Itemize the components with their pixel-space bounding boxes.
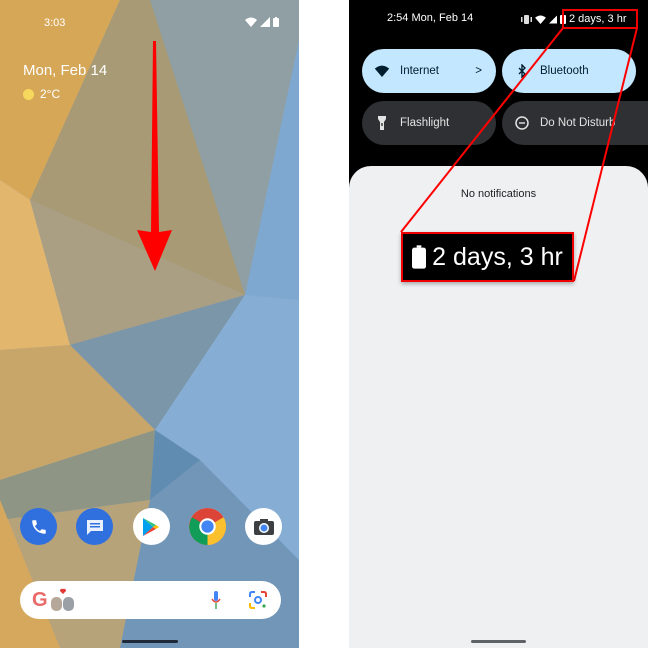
weather[interactable]: 2°C bbox=[23, 87, 107, 101]
gesture-handle[interactable] bbox=[122, 640, 178, 643]
battery-callout: 2 days, 3 hr bbox=[401, 232, 574, 282]
dnd-icon bbox=[515, 116, 529, 130]
home-screen: 3:03 Mon, Feb 14 2°C G bbox=[0, 0, 299, 648]
quick-settings-screen: 2:54 Mon, Feb 14 2 days, 3 hr Internet >… bbox=[349, 0, 648, 648]
app-dock bbox=[20, 508, 282, 545]
signal-icon bbox=[549, 15, 557, 23]
phone-app[interactable] bbox=[20, 508, 57, 545]
status-time: 3:03 bbox=[44, 17, 66, 29]
camera-icon bbox=[253, 518, 274, 535]
bluetooth-icon bbox=[518, 64, 526, 78]
chrome-app[interactable] bbox=[188, 508, 226, 545]
status-icons bbox=[245, 17, 279, 27]
vibrate-icon bbox=[521, 14, 532, 24]
camera-app[interactable] bbox=[245, 508, 282, 545]
mic-icon[interactable] bbox=[211, 591, 221, 609]
battery-icon bbox=[273, 17, 279, 27]
chrome-icon bbox=[188, 508, 226, 545]
date-label: Mon, Feb 14 bbox=[23, 62, 108, 79]
tile-bluetooth[interactable]: Bluetooth bbox=[502, 49, 636, 93]
tile-label: Internet bbox=[400, 65, 439, 77]
wifi-icon bbox=[535, 14, 546, 24]
doodle-icon bbox=[50, 588, 74, 611]
play-store-icon bbox=[143, 517, 159, 536]
tile-flashlight[interactable]: Flashlight bbox=[362, 101, 496, 145]
tile-label: Bluetooth bbox=[540, 65, 589, 77]
battery-highlight-box bbox=[562, 9, 638, 29]
callout-text: 2 days, 3 hr bbox=[432, 242, 563, 271]
chevron-right-icon: > bbox=[475, 65, 482, 77]
no-notifications-label: No notifications bbox=[460, 188, 537, 200]
tile-internet[interactable]: Internet > bbox=[362, 49, 496, 93]
gesture-handle[interactable] bbox=[471, 640, 526, 643]
sun-icon bbox=[23, 88, 34, 100]
battery-icon bbox=[412, 245, 427, 269]
flashlight-icon bbox=[378, 116, 386, 130]
play-store-app[interactable] bbox=[132, 508, 170, 545]
phone-icon bbox=[31, 519, 46, 534]
wifi-icon bbox=[374, 65, 390, 77]
google-search-bar[interactable]: G bbox=[20, 581, 281, 619]
tile-do-not-disturb[interactable]: Do Not Disturb bbox=[502, 101, 648, 145]
messages-icon bbox=[86, 519, 103, 535]
tile-label: Do Not Disturb bbox=[540, 117, 616, 129]
status-time-date: 2:54 Mon, Feb 14 bbox=[387, 12, 474, 24]
signal-icon bbox=[260, 17, 270, 27]
messages-app[interactable] bbox=[76, 508, 114, 545]
at-a-glance[interactable]: Mon, Feb 14 2°C bbox=[23, 62, 107, 101]
temperature: 2°C bbox=[40, 87, 61, 101]
google-logo: G bbox=[32, 588, 48, 611]
lens-icon[interactable] bbox=[249, 591, 267, 609]
wifi-icon bbox=[245, 17, 257, 27]
tile-label: Flashlight bbox=[400, 117, 450, 129]
